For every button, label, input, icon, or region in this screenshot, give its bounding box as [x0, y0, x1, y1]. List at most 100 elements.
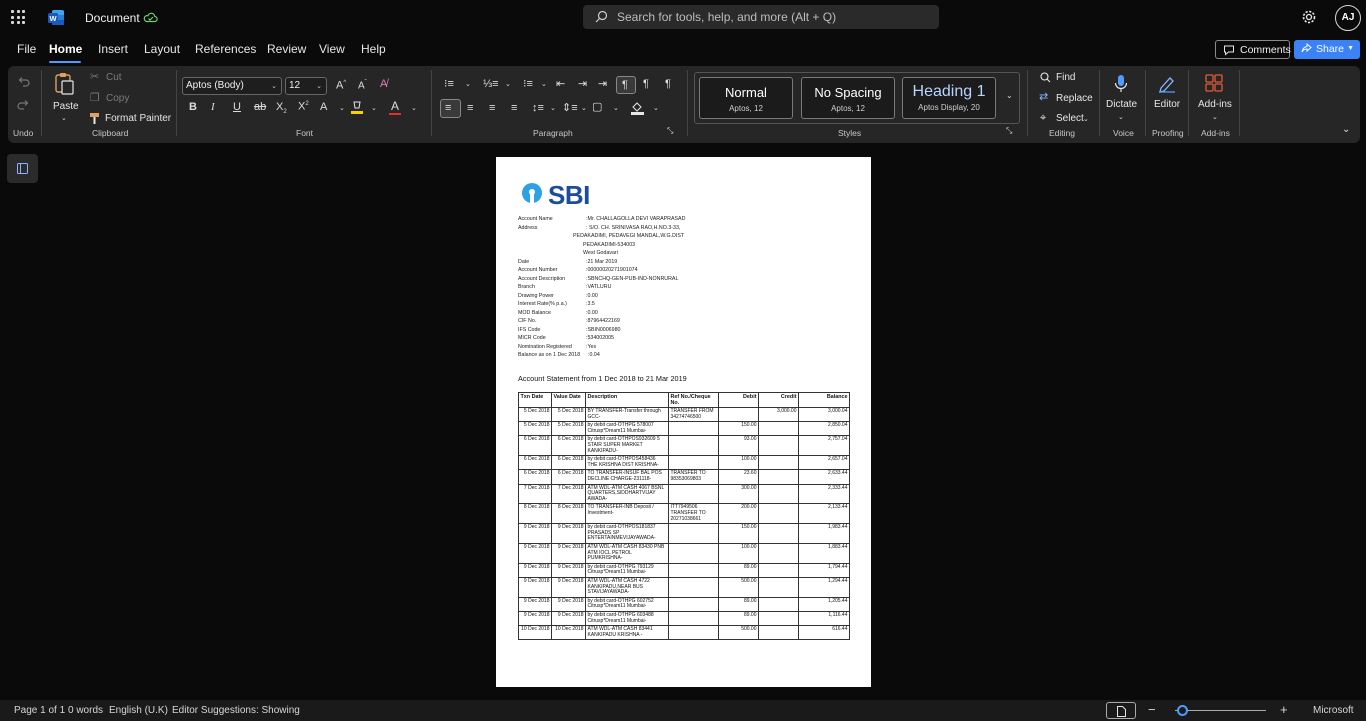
zoom-out-icon[interactable]: − — [1148, 702, 1156, 717]
chevron-down-icon[interactable]: ⌄ — [411, 105, 417, 112]
table-cell: 6 Dec 2018 — [518, 455, 552, 471]
zoom-slider-thumb[interactable] — [1177, 705, 1188, 716]
text-effects-icon[interactable]: A — [320, 102, 327, 113]
word-count[interactable]: 0 words — [68, 705, 103, 716]
redo-icon[interactable] — [17, 99, 30, 111]
zoom-slider[interactable] — [1175, 710, 1266, 711]
replace-button[interactable]: Replace — [1056, 93, 1093, 104]
style-normal[interactable]: Normal Aptos, 12 — [699, 77, 793, 119]
chevron-down-icon[interactable]: ⌄ — [541, 81, 547, 88]
table-cell: 500.00 — [718, 625, 759, 641]
chevron-down-icon[interactable]: ⌄ — [465, 81, 471, 88]
bold-icon[interactable]: B — [189, 102, 197, 113]
shrink-font-icon[interactable]: Aˇ — [358, 80, 367, 91]
paste-icon[interactable] — [53, 72, 75, 96]
tab-layout[interactable]: Layout — [144, 42, 180, 56]
search-box[interactable]: Search for tools, help, and more (Alt + … — [583, 5, 939, 29]
document-page[interactable]: SBI Account Name:Mr. CHALLAGOLLA DEVI VA… — [496, 157, 871, 687]
cloud-saved-icon[interactable] — [143, 10, 158, 25]
multilevel-list-icon[interactable]: ⁝≡ — [523, 79, 533, 90]
ltr-icon[interactable]: ⇥ — [598, 79, 607, 90]
undo-icon[interactable] — [17, 76, 30, 88]
increase-indent-icon[interactable]: ⇥ — [578, 79, 587, 90]
table-cell: 200.00 — [718, 503, 759, 525]
tab-home[interactable]: Home — [49, 42, 82, 56]
chevron-down-icon[interactable]: ⌄ — [505, 81, 511, 88]
paragraph-direction-icon[interactable]: ¶ — [643, 79, 649, 90]
tab-file[interactable]: File — [17, 42, 36, 56]
chevron-down-icon[interactable]: ⌄ — [61, 115, 67, 122]
comments-button[interactable]: Comments — [1215, 40, 1291, 59]
styles-expand-icon[interactable]: ⌄ — [1006, 92, 1013, 100]
tab-review[interactable]: Review — [267, 42, 306, 56]
strikethrough-icon[interactable]: ab — [254, 102, 266, 113]
find-button[interactable]: Find — [1056, 72, 1075, 83]
line-spacing-icon[interactable]: ↕≡ — [532, 103, 544, 114]
document-title[interactable]: Document — [85, 11, 140, 25]
table-cell: 6 Dec 2018 — [551, 455, 586, 471]
subscript-icon[interactable]: X2 — [276, 101, 287, 115]
cut-icon: ✂ — [90, 71, 100, 83]
undo-group-label: Undo — [13, 128, 34, 138]
app-launcher-icon[interactable] — [11, 10, 25, 24]
addins-button[interactable]: Add-ins — [1198, 99, 1232, 110]
italic-icon[interactable]: I — [211, 102, 215, 113]
paste-label[interactable]: Paste — [53, 101, 79, 112]
navigation-pane-button[interactable] — [7, 154, 38, 183]
shading-icon[interactable] — [631, 101, 644, 115]
zoom-in-icon[interactable]: + — [1280, 702, 1288, 717]
borders-icon[interactable]: ▢ — [592, 102, 602, 113]
editor-suggestions[interactable]: Editor Suggestions: Showing — [172, 705, 300, 716]
cut-label[interactable]: Cut — [106, 72, 122, 83]
user-avatar[interactable]: AJ — [1335, 5, 1361, 31]
superscript-icon[interactable]: X2 — [298, 101, 309, 113]
print-layout-button[interactable] — [1106, 702, 1136, 719]
align-center-icon[interactable]: ≡ — [467, 103, 473, 114]
chevron-down-icon[interactable]: ⌄ — [339, 105, 345, 112]
tab-view[interactable]: View — [319, 42, 345, 56]
chevron-down-icon[interactable]: ⌄ — [550, 105, 556, 112]
underline-icon[interactable]: U — [233, 102, 241, 113]
chevron-down-icon[interactable]: ⌄ — [1212, 114, 1218, 121]
highlight-icon[interactable] — [351, 101, 363, 115]
settings-gear-icon[interactable] — [1301, 9, 1317, 25]
chevron-down-icon[interactable]: ⌄ — [1083, 116, 1089, 123]
tab-insert[interactable]: Insert — [98, 42, 128, 56]
align-right-icon[interactable]: ≡ — [489, 103, 495, 114]
chevron-down-icon[interactable]: ⌄ — [371, 105, 377, 112]
format-painter-label[interactable]: Format Painter — [105, 113, 171, 124]
tab-references[interactable]: References — [195, 42, 256, 56]
numbering-icon[interactable]: ⅓≡ — [483, 79, 499, 90]
style-heading-1[interactable]: Heading 1 Aptos Display, 20 — [902, 77, 996, 119]
font-name-dropdown[interactable]: Aptos (Body) ⌄ — [182, 77, 282, 95]
chevron-down-icon[interactable]: ⌄ — [581, 105, 587, 112]
grow-font-icon[interactable]: A^ — [336, 80, 346, 92]
chevron-down-icon[interactable]: ▼ — [1347, 45, 1354, 52]
justify-icon[interactable]: ≡ — [511, 103, 517, 114]
chevron-down-icon[interactable]: ⌄ — [653, 105, 659, 112]
clear-formatting-icon[interactable]: A̸ — [380, 79, 387, 90]
chevron-down-icon[interactable]: ⌄ — [1118, 114, 1124, 121]
bullets-icon[interactable]: ⁝≡ — [444, 79, 454, 90]
show-marks-icon[interactable]: ¶ — [665, 79, 671, 90]
tab-help[interactable]: Help — [361, 42, 386, 56]
copy-label[interactable]: Copy — [106, 93, 129, 104]
ribbon-separator — [1188, 70, 1189, 136]
font-size-dropdown[interactable]: 12 ⌄ — [285, 77, 327, 95]
decrease-indent-icon[interactable]: ⇤ — [556, 79, 565, 90]
share-button[interactable]: Share ▼ — [1294, 40, 1360, 59]
page-count[interactable]: Page 1 of 1 — [14, 705, 65, 716]
paragraph-dialog-launcher-icon[interactable]: ⤡ — [667, 127, 673, 135]
style-no-spacing[interactable]: No Spacing Aptos, 12 — [801, 77, 895, 119]
language[interactable]: English (U.K) — [109, 705, 168, 716]
styles-dialog-launcher-icon[interactable]: ⤡ — [1006, 127, 1012, 135]
paragraph-spacing-icon[interactable]: ⇕≡ — [562, 103, 578, 114]
chevron-down-icon[interactable]: ⌄ — [613, 105, 619, 112]
dictate-button[interactable]: Dictate — [1106, 99, 1137, 110]
table-cell: 9 Dec 2018 — [518, 576, 552, 598]
select-button[interactable]: Select — [1056, 113, 1084, 124]
status-bar: Page 1 of 1 0 words English (U.K) Editor… — [0, 700, 1366, 721]
editor-button[interactable]: Editor — [1154, 99, 1180, 110]
font-color-icon[interactable]: A — [391, 100, 399, 112]
ribbon-collapse-icon[interactable]: ⌄ — [1342, 125, 1350, 135]
